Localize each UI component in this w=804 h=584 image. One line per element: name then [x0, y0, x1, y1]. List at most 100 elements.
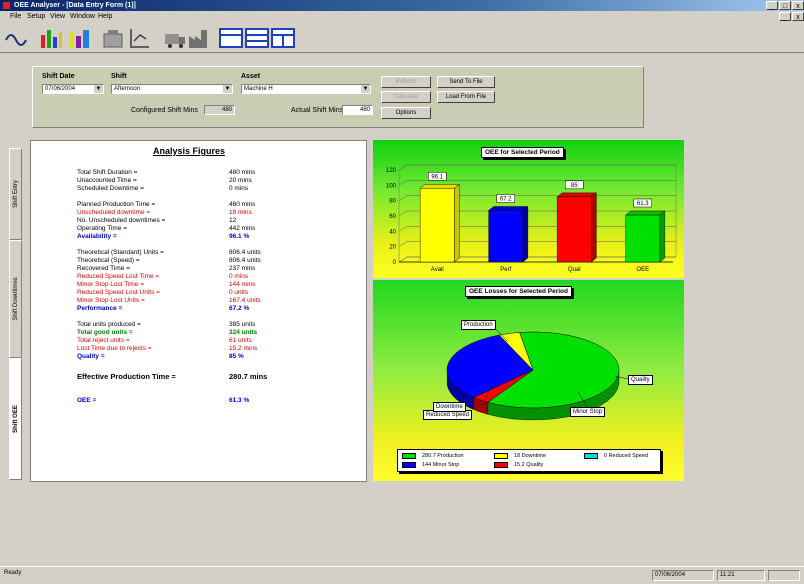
x-tick-label: OEE	[636, 267, 649, 273]
minimize-button[interactable]: _	[766, 1, 778, 10]
shift-date-value: 07/06/2004	[45, 86, 76, 92]
analysis-row-value: 61.3 %	[229, 397, 250, 404]
status-date: 07/06/2004	[652, 570, 714, 581]
gridline	[398, 241, 408, 247]
analysis-row-value: 0 units	[229, 289, 249, 296]
menu-help[interactable]: Help	[98, 11, 112, 22]
bar-chart-icon[interactable]	[38, 26, 64, 50]
analysis-row-label: Scheduled Downtime =	[77, 185, 145, 192]
close-button[interactable]: x	[792, 1, 804, 10]
calculate-button[interactable]: Calculate	[381, 91, 431, 103]
shift-value: Afternoon	[114, 86, 141, 92]
refresh-button[interactable]: Refresh	[381, 76, 431, 88]
menu-window[interactable]: Window	[70, 11, 95, 22]
oee-bar-chart: OEE for Selected Period 0 20 40 60 80 100 120 9…	[373, 140, 684, 278]
analysis-row-label: Total reject units =	[77, 337, 130, 344]
analysis-row-label: Unaccounted Time =	[77, 177, 137, 184]
analysis-row-value: 20 mins	[229, 177, 252, 184]
menu-setup[interactable]: Setup	[27, 11, 45, 22]
analysis-row-value: 806.4 units	[229, 249, 261, 256]
bar-value-label: 61.3	[637, 201, 649, 207]
y-tick-label: 100	[386, 183, 397, 189]
actual-shift-mins-label: Actual Shift Mins	[291, 107, 344, 114]
truck-icon[interactable]	[162, 26, 188, 50]
y-tick-label: 60	[389, 214, 396, 220]
legend-label: 0 Reduced Speed	[604, 453, 649, 459]
bar-top	[488, 206, 529, 211]
chart-axis-icon[interactable]	[126, 26, 152, 50]
menu-view[interactable]: View	[50, 11, 65, 22]
shift-date-picker[interactable]: 07/06/2004 ▼	[42, 84, 104, 94]
configured-shift-mins-field: 480	[204, 105, 235, 115]
analysis-row-value: 167.4 units	[229, 297, 261, 304]
analysis-row-label: Effective Production Time =	[77, 372, 176, 381]
actual-shift-mins-field[interactable]: 480	[342, 105, 373, 115]
mdi-close-button[interactable]: x	[792, 12, 804, 21]
legend-swatch	[402, 453, 416, 459]
window-title: OEE Analyser - [Data Entry Form (1)]	[14, 2, 136, 9]
table-icon[interactable]	[244, 26, 270, 50]
selection-panel: Shift Date 07/06/2004 ▼ Shift Afternoon …	[32, 66, 644, 128]
shift-date-label: Shift Date	[42, 73, 75, 80]
status-panel	[768, 570, 800, 581]
status-time: 11:21	[717, 570, 765, 581]
configured-shift-mins-label: Configured Shift Mins	[131, 107, 198, 114]
chevron-down-icon[interactable]: ▼	[94, 85, 103, 93]
analysis-row-value: 18 mins	[229, 209, 252, 216]
asset-label: Asset	[241, 73, 261, 80]
pie-label-quality: Quality	[628, 375, 653, 385]
y-tick-label: 120	[386, 168, 397, 174]
analysis-row-value: 85 %	[229, 353, 244, 360]
mdi-minimize-button[interactable]: _	[779, 12, 791, 21]
analysis-row-label: Lost Time due to rejects =	[77, 345, 152, 352]
options-button[interactable]: Options	[381, 107, 431, 119]
legend-label: 15.2 Quality	[514, 462, 544, 468]
bar-side	[591, 192, 597, 263]
wave-icon[interactable]	[4, 26, 30, 50]
bar-top	[625, 210, 666, 216]
gridline	[398, 195, 408, 201]
bar-chart-svg: 0 20 40 60 80 100 120 96.1 Avail 67.2 Perf 85 Qual 61…	[386, 164, 677, 273]
analysis-row-label: Total units produced =	[77, 321, 141, 328]
bar-side	[659, 210, 666, 263]
maximize-button[interactable]: □	[779, 1, 791, 10]
analysis-row-label: Availability =	[77, 233, 117, 240]
shift-select[interactable]: Afternoon ▼	[111, 84, 233, 94]
shift-label: Shift	[111, 73, 127, 80]
tab-shift-oee[interactable]: Shift OEE	[9, 358, 22, 480]
pie-label-production: Production	[461, 320, 496, 330]
chevron-down-icon[interactable]: ▼	[361, 85, 370, 93]
layout-icon[interactable]	[218, 26, 244, 50]
bar-perf	[488, 210, 524, 263]
analysis-row-label: Operating Time =	[77, 225, 128, 232]
bar-qual	[556, 196, 592, 263]
bar-top	[556, 192, 597, 198]
analysis-row-value: 280.7 mins	[229, 372, 268, 381]
column-icon[interactable]	[270, 26, 296, 50]
y-tick-label: 80	[389, 199, 396, 205]
tab-shift-entry[interactable]: Shift Entry	[9, 148, 22, 240]
bar-value-label: 67.2	[500, 196, 512, 202]
bar-value-label: 96.1	[431, 174, 443, 180]
analysis-row-label: Planned Production Time =	[77, 201, 156, 208]
analysis-row-label: Reduced Speed Lost Time =	[77, 273, 160, 280]
y-tick-label: 0	[393, 260, 397, 266]
analysis-row-value: 385 units	[229, 321, 256, 328]
analysis-row-value: 460 mins	[229, 201, 256, 208]
analysis-row-value: 480 mins	[229, 169, 256, 176]
bar-chart-alt-icon[interactable]	[66, 26, 92, 50]
tab-label: Shift Downtimes	[12, 277, 19, 321]
analysis-row-value: 0 mins	[229, 185, 249, 192]
load-from-file-button[interactable]: Load From File	[437, 91, 495, 103]
menu-file[interactable]: File	[10, 11, 21, 22]
bar-top	[419, 184, 460, 189]
tab-shift-downtimes[interactable]: Shift Downtimes	[9, 240, 22, 358]
tab-label: Shift Entry	[12, 180, 19, 208]
oee-losses-pie-chart: OEE Losses for Selected Period Productio…	[373, 280, 684, 481]
factory-icon[interactable]	[186, 26, 212, 50]
send-to-file-button[interactable]: Send To File	[437, 76, 495, 88]
chevron-down-icon[interactable]: ▼	[223, 85, 232, 93]
asset-select[interactable]: Machine H ▼	[241, 84, 371, 94]
machine-icon[interactable]	[100, 26, 126, 50]
analysis-row-label: Performance =	[77, 305, 123, 312]
